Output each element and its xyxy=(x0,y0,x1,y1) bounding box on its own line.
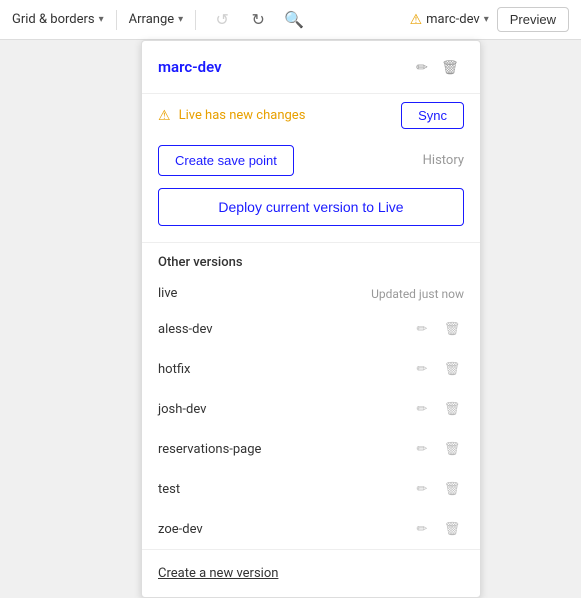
arrange-chevron-icon: ▾ xyxy=(178,14,183,25)
alert-row: ⚠ Live has new changes Sync xyxy=(142,94,480,137)
list-item: josh-dev ✏🗑 xyxy=(142,389,480,429)
version-delete-button[interactable]: 🗑 xyxy=(440,437,464,461)
version-name: reservations-page xyxy=(158,442,402,457)
version-actions: ✏🗑 xyxy=(410,437,464,461)
version-badge: Updated just now xyxy=(371,287,464,301)
versions-list: live Updated just now xyxy=(142,278,480,309)
version-edit-button[interactable]: ✏ xyxy=(410,357,434,381)
version-delete-button[interactable]: 🗑 xyxy=(440,317,464,341)
version-delete-button[interactable]: 🗑 xyxy=(440,477,464,501)
deploy-button[interactable]: Deploy current version to Live xyxy=(158,188,464,226)
warning-badge[interactable]: ⚠ marc-dev ▾ xyxy=(410,12,489,28)
version-edit-button[interactable]: ✏ xyxy=(410,477,434,501)
panel-header: marc-dev ✏ 🗑 xyxy=(142,41,480,94)
version-actions: ✏🗑 xyxy=(410,477,464,501)
sync-button[interactable]: Sync xyxy=(401,102,464,129)
list-item: test ✏🗑 xyxy=(142,469,480,509)
list-item: live Updated just now xyxy=(142,278,480,309)
version-edit-button[interactable]: ✏ xyxy=(410,517,434,541)
list-item: aless-dev ✏🗑 xyxy=(142,309,480,349)
version-edit-button[interactable]: ✏ xyxy=(410,397,434,421)
version-delete-button[interactable]: 🗑 xyxy=(440,357,464,381)
version-delete-button[interactable]: 🗑 xyxy=(440,397,464,421)
version-edit-button[interactable]: ✏ xyxy=(410,437,434,461)
list-item: zoe-dev ✏🗑 xyxy=(142,509,480,549)
warning-icon: ⚠ xyxy=(410,12,423,28)
warning-chevron-icon: ▾ xyxy=(484,14,489,25)
alert-text: Live has new changes xyxy=(179,108,394,123)
version-actions: ✏🗑 xyxy=(410,517,464,541)
toolbar-divider-1 xyxy=(116,10,117,30)
create-version-row: Create a new version xyxy=(142,549,480,597)
toolbar-divider-2 xyxy=(195,10,196,30)
alert-warning-icon: ⚠ xyxy=(158,108,171,124)
version-name: zoe-dev xyxy=(158,522,402,537)
edit-button[interactable]: ✏ xyxy=(408,53,436,81)
other-versions-header: Other versions xyxy=(142,243,480,278)
grid-borders-label: Grid & borders xyxy=(12,12,95,27)
preview-button[interactable]: Preview xyxy=(497,7,569,32)
save-point-button[interactable]: Create save point xyxy=(158,145,294,176)
grid-borders-chevron-icon: ▾ xyxy=(99,14,104,25)
versions-dynamic-list: aless-dev✏🗑hotfix✏🗑josh-dev✏🗑reservation… xyxy=(142,309,480,549)
list-item: reservations-page ✏🗑 xyxy=(142,429,480,469)
undo-button[interactable]: ↺ xyxy=(208,6,236,34)
version-name: live xyxy=(158,286,363,301)
versions-panel: marc-dev ✏ 🗑 ⚠ Live has new changes Sync… xyxy=(141,40,481,598)
warning-label: marc-dev xyxy=(426,12,480,27)
panel-title: marc-dev xyxy=(158,58,408,76)
version-name: test xyxy=(158,482,402,497)
version-edit-button[interactable]: ✏ xyxy=(410,317,434,341)
arrange-label: Arrange xyxy=(129,12,174,27)
grid-borders-group[interactable]: Grid & borders ▾ xyxy=(12,12,104,27)
version-name: aless-dev xyxy=(158,322,402,337)
redo-button[interactable]: ↻ xyxy=(244,6,272,34)
history-link[interactable]: History xyxy=(423,153,464,168)
delete-button[interactable]: 🗑 xyxy=(436,53,464,81)
version-delete-button[interactable]: 🗑 xyxy=(440,517,464,541)
version-name: josh-dev xyxy=(158,402,402,417)
version-actions: ✏🗑 xyxy=(410,317,464,341)
version-name: hotfix xyxy=(158,362,402,377)
arrange-group[interactable]: Arrange ▾ xyxy=(129,12,184,27)
version-actions: ✏🗑 xyxy=(410,357,464,381)
action-row: Create save point History xyxy=(142,137,480,188)
version-actions: ✏🗑 xyxy=(410,397,464,421)
list-item: hotfix ✏🗑 xyxy=(142,349,480,389)
toolbar: Grid & borders ▾ Arrange ▾ ↺ ↻ 🔍 ⚠ marc-… xyxy=(0,0,581,40)
deploy-row: Deploy current version to Live xyxy=(142,188,480,242)
search-button[interactable]: 🔍 xyxy=(280,6,308,34)
